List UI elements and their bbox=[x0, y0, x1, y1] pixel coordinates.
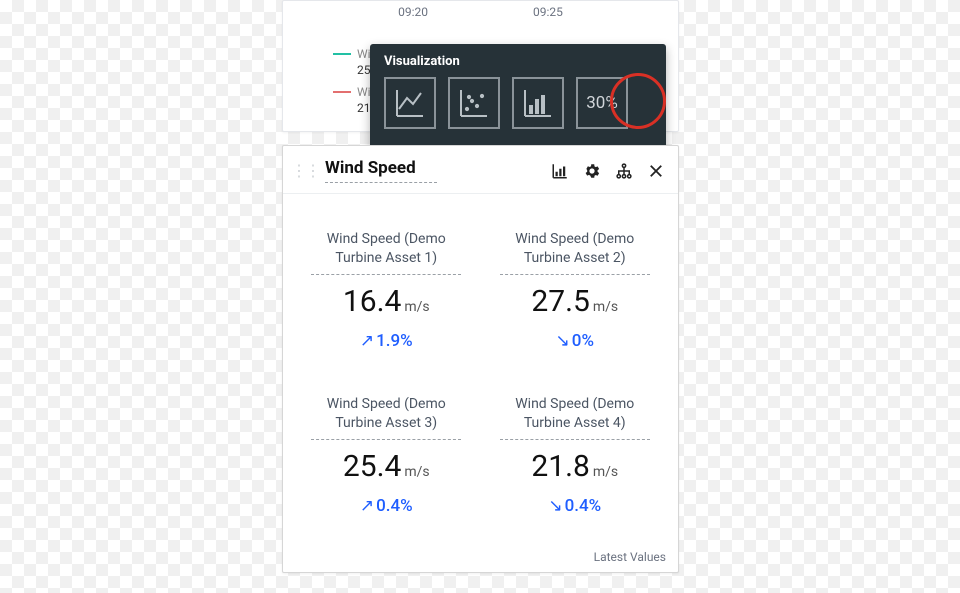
metric-unit: m/s bbox=[404, 464, 429, 480]
gear-icon bbox=[583, 162, 601, 180]
arrow-up-right-icon: ↗ bbox=[360, 331, 374, 351]
popover-title: Visualization bbox=[384, 54, 652, 69]
settings-button[interactable] bbox=[580, 159, 604, 183]
chart-legend: Wi 25 Wi 21 bbox=[333, 47, 371, 115]
trend-percent: 1.9% bbox=[376, 331, 413, 351]
metric-divider bbox=[311, 439, 461, 440]
metric-label: Wind Speed (DemoTurbine Asset 4) bbox=[486, 395, 665, 433]
metric-unit: m/s bbox=[593, 464, 618, 480]
metric-trend: ↘0% bbox=[486, 331, 665, 351]
legend-value: 25 bbox=[357, 63, 371, 77]
metric-tile: Wind Speed (DemoTurbine Asset 2) 27.5m/s… bbox=[486, 230, 665, 351]
bar-chart-option[interactable] bbox=[512, 77, 564, 129]
visualization-popover: Visualization 30% bbox=[370, 44, 666, 148]
close-icon bbox=[647, 162, 665, 180]
metric-value: 27.5 bbox=[531, 284, 590, 319]
wind-speed-card: Wind Speed Wind Speed (DemoTurbine Asset… bbox=[282, 145, 679, 573]
hierarchy-button[interactable] bbox=[612, 159, 636, 183]
legend-swatch bbox=[333, 53, 351, 55]
legend-value: 21 bbox=[357, 101, 371, 115]
metric-tile: Wind Speed (DemoTurbine Asset 3) 25.4m/s… bbox=[297, 395, 476, 516]
metric-value: 16.4 bbox=[343, 284, 402, 319]
line-chart-option[interactable] bbox=[384, 77, 436, 129]
trend-percent: 0.4% bbox=[376, 496, 413, 516]
scatter-plot-icon bbox=[458, 87, 490, 119]
metric-unit: m/s bbox=[593, 299, 618, 315]
scatter-plot-option[interactable] bbox=[448, 77, 500, 129]
metric-value-row: 25.4m/s bbox=[297, 452, 476, 482]
hierarchy-icon bbox=[615, 162, 633, 180]
trend-percent: 0.4% bbox=[565, 496, 602, 516]
metric-value: 21.8 bbox=[531, 449, 590, 484]
metric-trend: ↗0.4% bbox=[297, 496, 476, 516]
arrow-up-right-icon: ↗ bbox=[360, 496, 374, 516]
legend-label: Wi bbox=[357, 47, 371, 61]
metric-unit: m/s bbox=[404, 299, 429, 315]
legend-swatch bbox=[333, 91, 351, 93]
metric-label: Wind Speed (DemoTurbine Asset 2) bbox=[486, 230, 665, 268]
metric-value-row: 27.5m/s bbox=[486, 287, 665, 317]
arrow-down-right-icon: ↘ bbox=[556, 331, 570, 351]
bar-chart-icon bbox=[551, 162, 569, 180]
card-title: Wind Speed bbox=[325, 158, 437, 178]
metric-label: Wind Speed (DemoTurbine Asset 1) bbox=[297, 230, 476, 268]
metrics-grid: Wind Speed (DemoTurbine Asset 1) 16.4m/s… bbox=[283, 194, 678, 516]
bar-chart-icon bbox=[522, 87, 554, 119]
metric-divider bbox=[311, 274, 461, 275]
metric-tile: Wind Speed (DemoTurbine Asset 4) 21.8m/s… bbox=[486, 395, 665, 516]
card-header: Wind Speed bbox=[283, 146, 678, 194]
kpi-option-label: 30% bbox=[586, 93, 618, 113]
metric-trend: ↗1.9% bbox=[297, 331, 476, 351]
metric-value: 25.4 bbox=[343, 449, 402, 484]
visualization-button[interactable] bbox=[548, 159, 572, 183]
time-axis-labels: 09:20 09:25 bbox=[283, 5, 678, 19]
title-underline bbox=[325, 182, 437, 183]
kpi-option[interactable]: 30% bbox=[576, 77, 628, 129]
card-footer-label: Latest Values bbox=[594, 550, 666, 564]
metric-trend: ↘0.4% bbox=[486, 496, 665, 516]
metric-divider bbox=[500, 274, 650, 275]
legend-item: Wi bbox=[333, 47, 371, 61]
arrow-down-right-icon: ↘ bbox=[548, 496, 562, 516]
metric-divider bbox=[500, 439, 650, 440]
time-tick: 09:20 bbox=[398, 5, 428, 19]
metric-value-row: 16.4m/s bbox=[297, 287, 476, 317]
metric-tile: Wind Speed (DemoTurbine Asset 1) 16.4m/s… bbox=[297, 230, 476, 351]
card-title-wrap[interactable]: Wind Speed bbox=[325, 158, 437, 183]
close-button[interactable] bbox=[644, 159, 668, 183]
legend-item: Wi bbox=[333, 85, 371, 99]
time-tick: 09:25 bbox=[533, 5, 563, 19]
drag-handle-icon[interactable] bbox=[291, 163, 319, 179]
visualization-options: 30% bbox=[384, 77, 652, 129]
trend-percent: 0% bbox=[572, 331, 594, 351]
legend-label: Wi bbox=[357, 85, 371, 99]
line-chart-icon bbox=[394, 87, 426, 119]
metric-value-row: 21.8m/s bbox=[486, 452, 665, 482]
metric-label: Wind Speed (DemoTurbine Asset 3) bbox=[297, 395, 476, 433]
